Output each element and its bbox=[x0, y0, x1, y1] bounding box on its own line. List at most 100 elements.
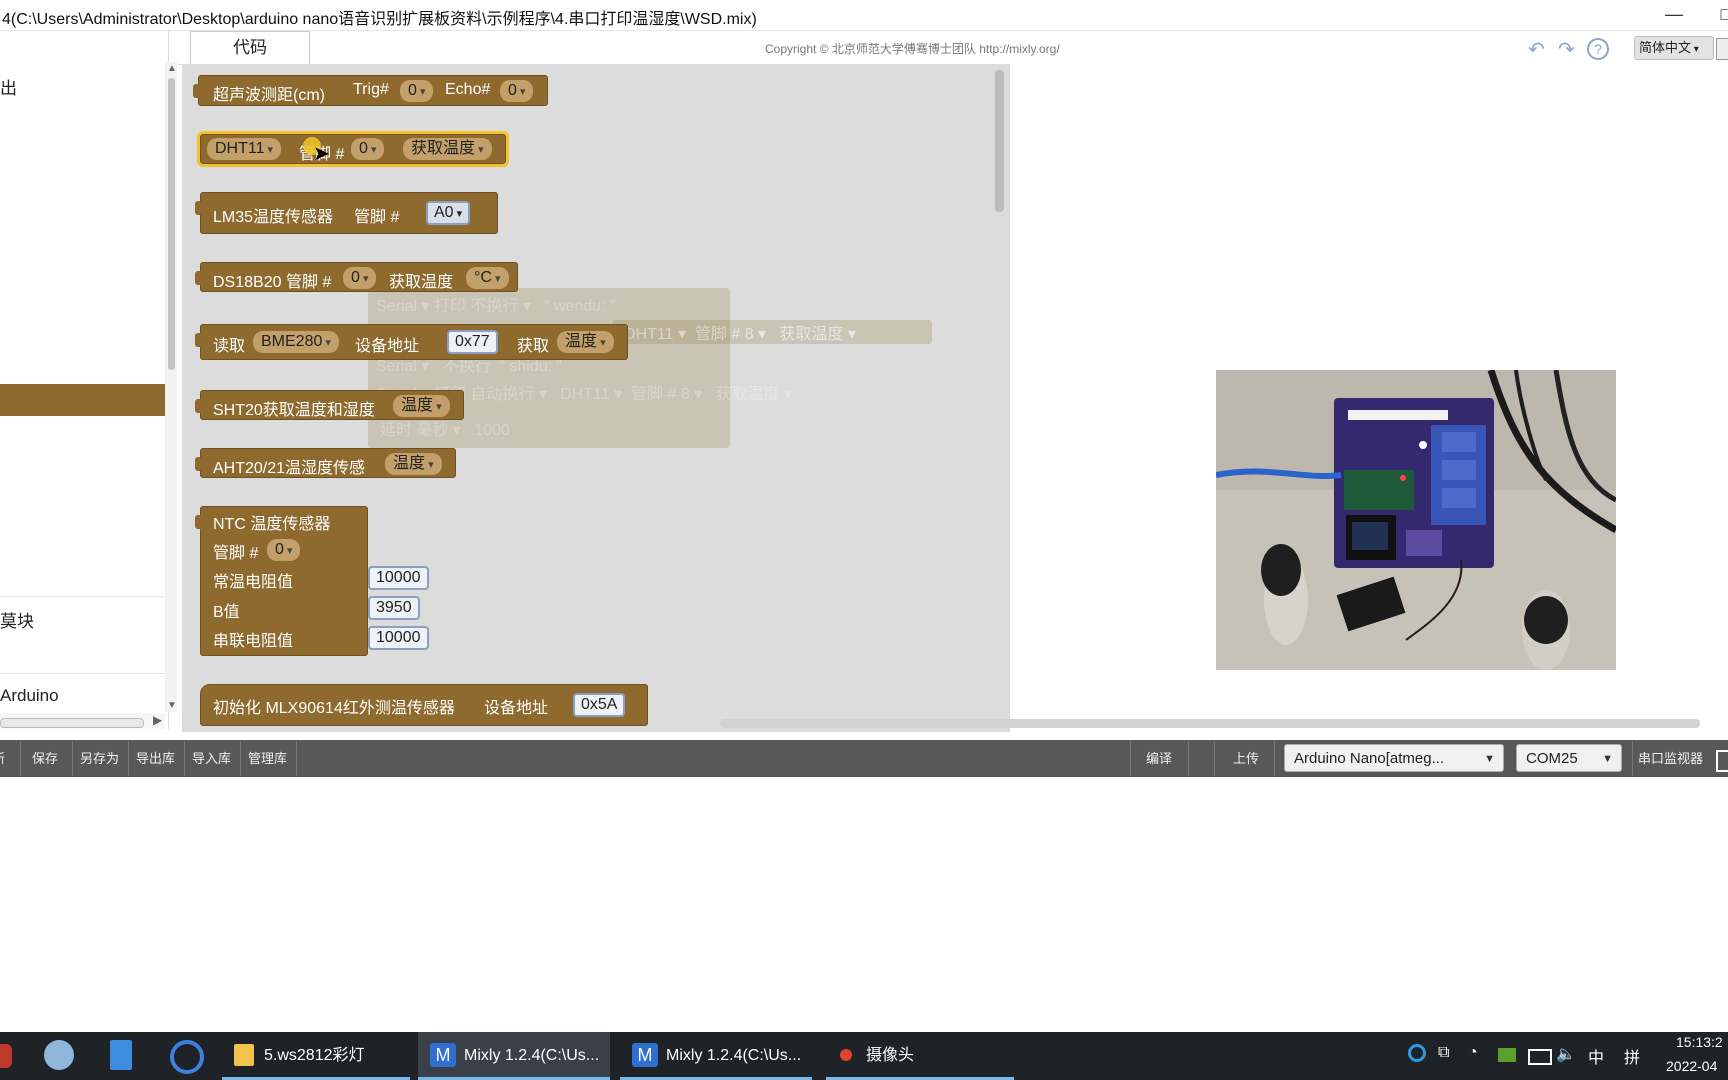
save-as-button[interactable]: 另存为 bbox=[80, 748, 119, 767]
export-library-button[interactable]: 导出库 bbox=[136, 748, 175, 767]
taskbar-app-label: 5.ws2812彩灯 bbox=[264, 1047, 365, 1064]
mixly-icon: M bbox=[430, 1043, 456, 1067]
aht20-measure-dropdown[interactable]: 温度 bbox=[385, 453, 442, 475]
tab-code[interactable]: 代码 bbox=[190, 31, 310, 64]
scroll-right-arrow-icon[interactable]: ▶ bbox=[153, 713, 162, 727]
start-app-icon[interactable] bbox=[0, 1044, 12, 1068]
block-sht20[interactable]: SHT20获取温度和湿度 温度 bbox=[195, 390, 464, 420]
task-view-icon[interactable]: ⧉ bbox=[1438, 1044, 1449, 1062]
flyout-scroll-thumb[interactable] bbox=[995, 70, 1004, 212]
dht-action-dropdown[interactable]: 获取温度 bbox=[403, 138, 492, 160]
ds18b20-unit-dropdown[interactable]: °C bbox=[466, 267, 509, 289]
ds18b20-pin-dropdown[interactable]: 0 bbox=[343, 267, 377, 289]
block-mlx90614-addr-label: 设备地址 bbox=[484, 700, 549, 717]
block-ds18b20-action: 获取温度 bbox=[389, 274, 454, 291]
ntc-normal-res-input[interactable]: 10000 bbox=[368, 566, 429, 590]
volume-icon[interactable]: 🔈 bbox=[1556, 1044, 1576, 1064]
mlx90614-address-input[interactable]: 0x5A bbox=[573, 693, 626, 717]
toolbar-divider bbox=[1274, 741, 1275, 776]
block-connector bbox=[195, 271, 202, 285]
bme280-address-input[interactable]: 0x77 bbox=[447, 330, 498, 354]
block-aht20[interactable]: AHT20/21温湿度传感 温度 bbox=[195, 448, 456, 478]
serial-monitor-button[interactable]: 串口监视器 bbox=[1638, 748, 1703, 767]
block-lm35[interactable]: LM35温度传感器 管脚 # A0 ▾ bbox=[195, 192, 498, 234]
block-connector bbox=[195, 399, 202, 413]
import-library-button[interactable]: 导入库 bbox=[192, 748, 231, 767]
block-ds18b20[interactable]: DS18B20 管脚 # 0 获取温度 °C bbox=[195, 262, 518, 292]
block-ntc[interactable]: NTC 温度传感器 管脚 # 0 常温电阻值 B值 串联电阻值 bbox=[195, 506, 368, 656]
board-select[interactable]: Arduino Nano[atmeg... ▼ bbox=[1284, 744, 1504, 772]
block-dht11[interactable]: DHT11 管脚 # 0 获取温度 bbox=[197, 131, 509, 167]
workspace-hscrollbar[interactable] bbox=[720, 719, 1700, 728]
network-icon[interactable]: ◔ bbox=[1468, 1044, 1478, 1062]
category-scroll-thumb[interactable] bbox=[168, 78, 175, 370]
bme280-sensor-dropdown[interactable]: BME280 bbox=[253, 331, 339, 353]
redo-icon[interactable]: ↷ bbox=[1558, 37, 1575, 62]
block-ntc-title: NTC 温度传感器 bbox=[213, 516, 331, 533]
category-item-output[interactable]: 出 bbox=[0, 74, 17, 99]
toolbar-divider bbox=[240, 741, 241, 776]
ime-indicator[interactable]: 中 bbox=[1588, 1044, 1604, 1068]
lm35-pin-dropdown[interactable]: A0 ▾ bbox=[426, 201, 471, 225]
maximize-button[interactable]: □ bbox=[1712, 2, 1728, 26]
bme280-measure-dropdown[interactable]: 温度 bbox=[557, 331, 614, 353]
dht-sensor-dropdown[interactable]: DHT11 bbox=[207, 138, 282, 160]
echo-pin-dropdown[interactable]: 0 bbox=[500, 80, 534, 102]
trig-pin-dropdown[interactable]: 0 bbox=[400, 80, 434, 102]
scroll-up-arrow-icon[interactable]: ▲ bbox=[167, 63, 177, 74]
block-bme280[interactable]: 读取 BME280 设备地址 0x77 获取 温度 bbox=[195, 324, 628, 360]
block-mlx90614-label: 初始化 MLX90614红外测温传感器 bbox=[213, 700, 455, 717]
ntc-pin-dropdown[interactable]: 0 bbox=[267, 539, 301, 561]
undo-icon[interactable]: ↶ bbox=[1528, 37, 1545, 62]
save-button[interactable]: 保存 bbox=[32, 748, 58, 767]
category-hscroll-thumb[interactable] bbox=[0, 718, 144, 728]
taskbar-app-camera[interactable]: 摄像头 bbox=[826, 1032, 1014, 1080]
block-lm35-label: LM35温度传感器 bbox=[213, 209, 334, 226]
panel-toggle-icon[interactable] bbox=[1716, 38, 1728, 60]
scroll-down-arrow-icon[interactable]: ▼ bbox=[167, 700, 177, 711]
toolbar-divider bbox=[184, 741, 185, 776]
port-select[interactable]: COM25 ▼ bbox=[1516, 744, 1622, 772]
taskbar-app-label: 摄像头 bbox=[866, 1047, 915, 1064]
compile-button[interactable]: 编译 bbox=[1146, 748, 1172, 767]
ntc-series-res-input[interactable]: 10000 bbox=[368, 626, 429, 650]
block-ntc-b-label: B值 bbox=[213, 604, 240, 621]
category-item-selected[interactable] bbox=[0, 384, 165, 416]
language-select-value: 简体中文 bbox=[1639, 40, 1692, 55]
title-bar: 4(C:\Users\Administrator\Desktop\arduino… bbox=[0, 0, 1728, 31]
toolbar-divider bbox=[72, 741, 73, 776]
new-button[interactable]: 新 bbox=[0, 748, 5, 767]
clock-time[interactable]: 15:13:2 bbox=[1676, 1034, 1723, 1050]
tray-app-icon[interactable] bbox=[1408, 1044, 1426, 1062]
taskbar-app-label: Mixly 1.2.4(C:\Us... bbox=[666, 1047, 802, 1064]
sht20-measure-dropdown[interactable]: 温度 bbox=[393, 395, 450, 417]
block-ultrasonic[interactable]: 超声波测距(cm) Trig# 0 Echo# 0 bbox=[193, 75, 548, 106]
nvidia-icon[interactable] bbox=[1498, 1048, 1516, 1062]
port-select-value: COM25 bbox=[1526, 750, 1578, 767]
ntc-b-input[interactable]: 3950 bbox=[368, 596, 420, 620]
chip-icon[interactable] bbox=[1716, 750, 1728, 772]
block-lm35-pin-label: 管脚 # bbox=[354, 209, 400, 226]
block-ntc-pin-label: 管脚 # bbox=[213, 545, 259, 562]
block-ntc-series-res-label: 串联电阻值 bbox=[213, 633, 294, 650]
toolbar-divider bbox=[296, 741, 297, 776]
battery-icon[interactable] bbox=[1528, 1049, 1552, 1065]
board-select-value: Arduino Nano[atmeg... bbox=[1294, 750, 1445, 767]
block-mlx90614[interactable]: 初始化 MLX90614红外测温传感器 设备地址 0x5A bbox=[200, 684, 648, 726]
dht-pin-dropdown[interactable]: 0 bbox=[351, 138, 385, 160]
language-select[interactable]: 简体中文 ▾ bbox=[1634, 36, 1714, 60]
minimize-button[interactable]: — bbox=[1660, 2, 1688, 26]
category-item-module[interactable]: 莫块 bbox=[0, 607, 34, 632]
chevron-down-icon: ▼ bbox=[1484, 753, 1495, 765]
category-item-arduino[interactable]: Arduino bbox=[0, 686, 59, 706]
paint-icon[interactable] bbox=[44, 1040, 74, 1070]
ime-mode-indicator[interactable]: 拼 bbox=[1624, 1044, 1640, 1068]
block-connector bbox=[195, 515, 202, 529]
help-icon[interactable]: ? bbox=[1587, 38, 1609, 60]
calculator-icon[interactable] bbox=[110, 1040, 132, 1070]
mixly-icon: M bbox=[632, 1043, 658, 1067]
search-icon[interactable] bbox=[170, 1040, 204, 1074]
manage-library-button[interactable]: 管理库 bbox=[248, 748, 287, 767]
upload-button[interactable]: 上传 bbox=[1233, 748, 1259, 767]
clock-date[interactable]: 2022-04 bbox=[1666, 1058, 1717, 1074]
